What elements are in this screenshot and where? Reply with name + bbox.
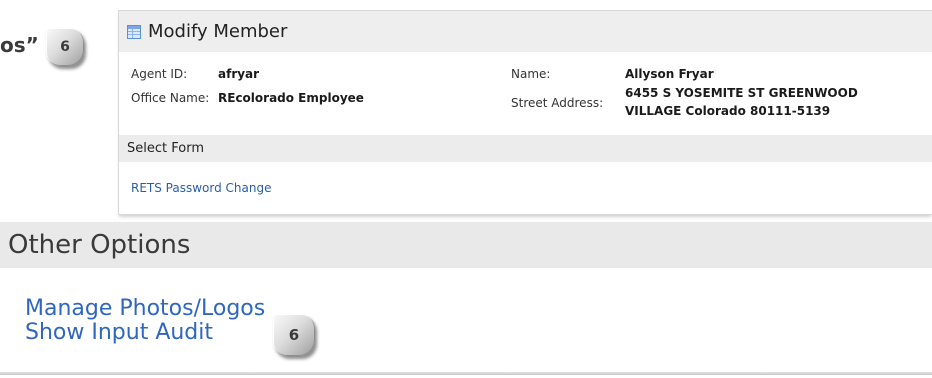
select-form-bar: Select Form xyxy=(119,135,932,162)
panel-header: Modify Member xyxy=(119,11,932,52)
office-name-value: REcolorado Employee xyxy=(218,91,364,105)
member-name-value: Allyson Fryar xyxy=(625,67,714,81)
other-options-links: Manage Photos/Logos Show Input Audit xyxy=(25,297,265,345)
street-address-value: 6455 S YOSEMITE ST GREENWOOD VILLAGE Col… xyxy=(625,86,858,118)
modify-member-panel: Modify Member Agent ID: afryar Office Na… xyxy=(118,10,932,215)
other-options-header: Other Options xyxy=(0,222,932,268)
member-name-label: Name: xyxy=(511,67,551,81)
table-icon xyxy=(126,24,142,40)
manage-photos-logos-link[interactable]: Manage Photos/Logos xyxy=(25,297,265,321)
instruction-text-fragment: os” xyxy=(0,33,39,57)
agent-id-value: afryar xyxy=(218,67,260,81)
select-form-heading: Select Form xyxy=(127,141,204,156)
street-address-label: Street Address: xyxy=(511,96,604,110)
show-input-audit-link[interactable]: Show Input Audit xyxy=(25,321,265,345)
other-options-heading: Other Options xyxy=(8,230,191,260)
section-divider xyxy=(0,372,932,375)
panel-title: Modify Member xyxy=(148,21,288,42)
office-name-label: Office Name: xyxy=(131,91,210,105)
step-badge: 6 xyxy=(46,28,84,66)
rets-password-change-link[interactable]: RETS Password Change xyxy=(131,181,272,196)
step-badge: 6 xyxy=(273,314,315,356)
agent-id-label: Agent ID: xyxy=(131,67,188,81)
